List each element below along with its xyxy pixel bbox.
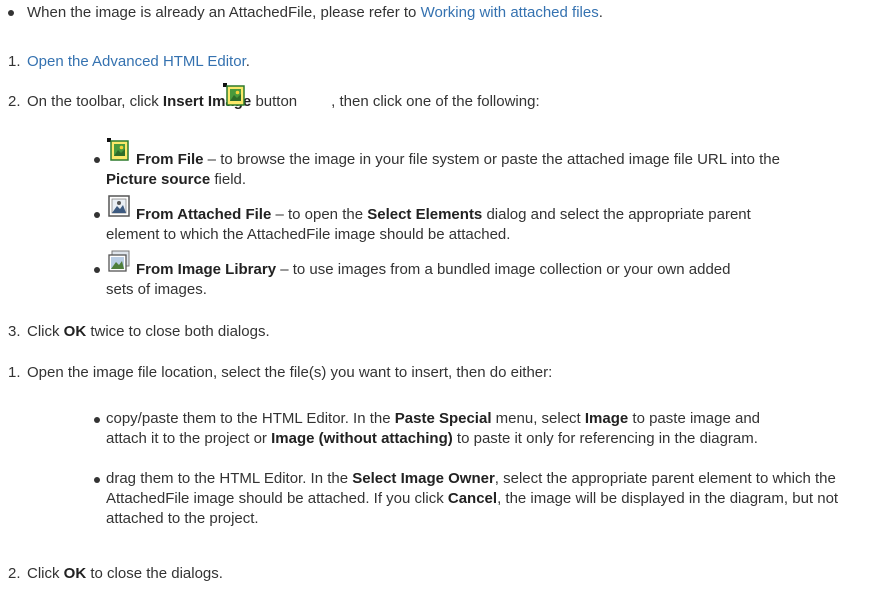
step-3-post: twice to close both dialogs. bbox=[86, 323, 270, 340]
sub-text: to paste it only for referencing in the … bbox=[452, 430, 758, 447]
top-bullet-end: . bbox=[598, 4, 603, 21]
working-with-attached-files-link[interactable]: Working with attached files bbox=[421, 4, 599, 21]
sub-item-drag: drag them to the HTML Editor. In the Sel… bbox=[106, 469, 886, 529]
bullet bbox=[94, 417, 100, 423]
option-from-attached-file: From Attached File – to open the Select … bbox=[106, 205, 756, 245]
step-number: 3. bbox=[8, 323, 21, 340]
list-2-step-2-text: Click OK to close the dialogs. bbox=[27, 565, 223, 582]
paste-special-label: Paste Special bbox=[394, 410, 492, 427]
sub-item-copy-paste: copy/paste them to the HTML Editor. In t… bbox=[106, 409, 791, 449]
option-end: field. bbox=[210, 171, 247, 188]
bullet bbox=[94, 157, 100, 163]
bullet bbox=[94, 267, 100, 273]
option-title: From Attached File bbox=[136, 206, 272, 223]
cancel-label: Cancel bbox=[447, 490, 498, 507]
step-3-text: Click OK twice to close both dialogs. bbox=[27, 323, 270, 340]
step-number: 2. bbox=[8, 565, 21, 582]
ok-label: OK bbox=[63, 323, 87, 340]
option-text: – to open the bbox=[271, 206, 368, 223]
sub-text: menu, select bbox=[491, 410, 585, 427]
step-text: to close the dialogs. bbox=[86, 565, 223, 582]
insert-image-icon bbox=[223, 83, 245, 106]
image-without-attaching-label: Image (without attaching) bbox=[271, 430, 453, 447]
option-title: From File bbox=[136, 151, 204, 168]
top-bullet-lead: When the image is already an AttachedFil… bbox=[27, 4, 421, 21]
bullet bbox=[8, 10, 14, 16]
option-from-file: From File – to browse the image in your … bbox=[106, 150, 806, 190]
ok-label: OK bbox=[63, 565, 87, 582]
picture-source-label: Picture source bbox=[106, 171, 211, 188]
open-advanced-html-editor-link[interactable]: Open the Advanced HTML Editor bbox=[27, 53, 246, 70]
image-label: Image bbox=[584, 410, 629, 427]
step-2-mid: button bbox=[251, 93, 298, 110]
step-1-end: . bbox=[245, 53, 250, 70]
step-number: 1. bbox=[8, 364, 21, 381]
top-bullet-text: When the image is already an AttachedFil… bbox=[27, 4, 603, 21]
sub-text: drag them to the HTML Editor. In the bbox=[106, 470, 353, 487]
step-3-pre: Click bbox=[27, 323, 64, 340]
step-2-text: On the toolbar, click Insert Image butto… bbox=[27, 93, 540, 110]
select-elements-label: Select Elements bbox=[367, 206, 483, 223]
option-from-image-library: From Image Library – to use images from … bbox=[106, 260, 756, 300]
step-number: 2. bbox=[8, 93, 21, 110]
step-1-text: Open the Advanced HTML Editor. bbox=[27, 53, 250, 70]
sub-text: copy/paste them to the HTML Editor. In t… bbox=[106, 410, 395, 427]
step-2-post: , then click one of the following: bbox=[331, 93, 540, 110]
bullet bbox=[94, 477, 100, 483]
step-text: Click bbox=[27, 565, 64, 582]
step-2-pre: On the toolbar, click bbox=[27, 93, 163, 110]
bullet bbox=[94, 212, 100, 218]
step-number: 1. bbox=[8, 53, 21, 70]
option-title: From Image Library bbox=[136, 261, 277, 278]
list-2-step-1-text: Open the image file location, select the… bbox=[27, 364, 553, 381]
select-image-owner-label: Select Image Owner bbox=[352, 470, 495, 487]
option-text: – to browse the image in your file syste… bbox=[203, 151, 780, 168]
